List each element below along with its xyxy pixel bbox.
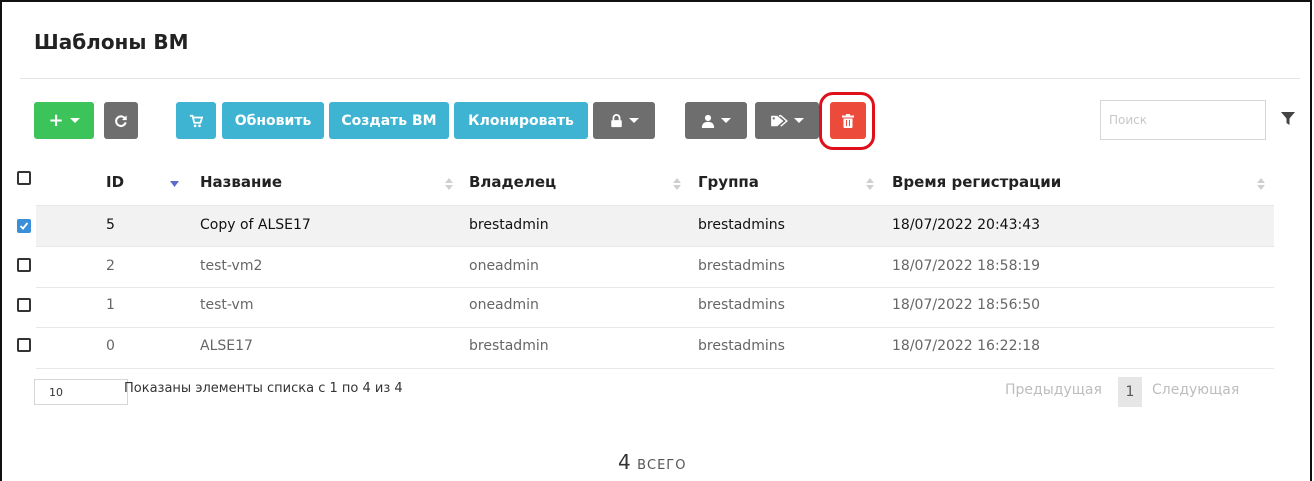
column-header-regtime[interactable]: Время регистрации: [892, 173, 1061, 191]
prev-page-button[interactable]: Предыдущая: [1005, 382, 1102, 398]
user-icon: [701, 114, 715, 128]
row-checkbox[interactable]: [17, 298, 31, 312]
row-id: 5: [106, 217, 115, 233]
check-icon: [19, 222, 29, 230]
column-header-name[interactable]: Название: [200, 173, 282, 191]
page-length-select[interactable]: 10: [34, 379, 128, 405]
plus-icon: +: [48, 110, 64, 131]
cart-icon: [189, 114, 203, 127]
sort-icon: [673, 178, 681, 190]
row-regtime: 18/07/2022 20:43:43: [892, 217, 1041, 233]
total-count: 4: [618, 450, 631, 474]
row-id: 0: [106, 338, 115, 354]
row-owner: brestadmin: [469, 217, 549, 233]
row-group: brestadmins: [698, 297, 785, 313]
update-button[interactable]: Обновить: [222, 102, 324, 139]
filter-icon[interactable]: [1281, 112, 1295, 126]
row-checkbox[interactable]: [17, 258, 31, 272]
sort-desc-icon: [170, 181, 179, 187]
sort-icon: [866, 178, 874, 190]
marketplace-button[interactable]: [176, 102, 216, 139]
row-checkbox[interactable]: [17, 219, 31, 233]
row-group: brestadmins: [698, 258, 785, 274]
search-input[interactable]: [1100, 100, 1266, 140]
clone-button[interactable]: Клонировать: [454, 102, 588, 139]
row-name: ALSE17: [200, 338, 253, 354]
row-id: 2: [106, 258, 115, 274]
column-header-id[interactable]: ID: [106, 173, 124, 191]
row-owner: oneadmin: [469, 297, 539, 313]
page-number-button[interactable]: 1: [1118, 377, 1142, 407]
row-checkbox[interactable]: [17, 338, 31, 352]
chevron-down-icon: [721, 118, 731, 123]
chevron-down-icon: [628, 118, 639, 123]
sort-icon: [445, 178, 453, 190]
next-page-button[interactable]: Следующая: [1152, 382, 1239, 398]
row-name: test-vm2: [200, 258, 263, 274]
row-owner: oneadmin: [469, 258, 539, 274]
row-group: brestadmins: [698, 217, 785, 233]
row-regtime: 18/07/2022 16:22:18: [892, 338, 1041, 354]
user-dropdown-button[interactable]: [685, 102, 747, 139]
refresh-icon: [115, 114, 127, 127]
row-name: test-vm: [200, 297, 254, 313]
create-vm-button[interactable]: Создать ВМ: [329, 102, 449, 139]
select-all-checkbox[interactable]: [17, 171, 31, 185]
total-counter: 4 ВСЕГО: [618, 450, 686, 474]
row-id: 1: [106, 297, 115, 313]
total-label: ВСЕГО: [637, 458, 687, 473]
lock-dropdown-button[interactable]: [593, 102, 655, 139]
lock-icon: [610, 113, 622, 127]
column-header-owner[interactable]: Владелец: [469, 173, 556, 191]
labels-dropdown-button[interactable]: [755, 102, 819, 139]
row-divider: [36, 368, 1274, 369]
row-regtime: 18/07/2022 18:58:19: [892, 258, 1041, 274]
page-title: Шаблоны ВМ: [34, 30, 189, 54]
refresh-button[interactable]: [104, 102, 138, 139]
tags-icon: [771, 114, 788, 127]
create-dropdown-button[interactable]: +: [34, 102, 94, 139]
table-info: Показаны элементы списка с 1 по 4 из 4: [124, 381, 403, 396]
row-owner: brestadmin: [469, 338, 549, 354]
delete-button-highlight: [819, 92, 875, 150]
row-group: brestadmins: [698, 338, 785, 354]
row-name: Copy of ALSE17: [200, 217, 311, 233]
row-regtime: 18/07/2022 18:56:50: [892, 297, 1041, 313]
chevron-down-icon: [69, 118, 80, 123]
chevron-down-icon: [794, 118, 804, 123]
title-divider: [20, 78, 1300, 79]
column-header-group[interactable]: Группа: [698, 173, 759, 191]
sort-icon: [1257, 178, 1265, 190]
